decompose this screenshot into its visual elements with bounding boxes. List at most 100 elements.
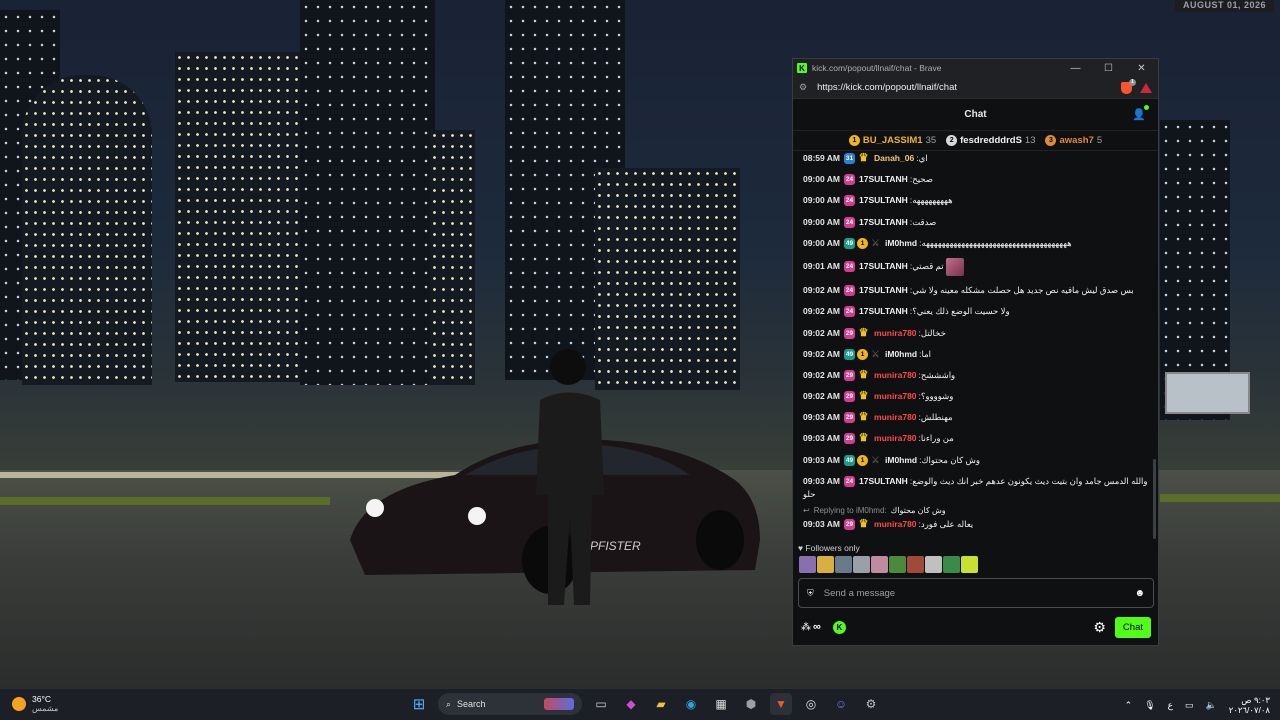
send-chat-button[interactable]: Chat xyxy=(1114,616,1151,638)
subscriber-badge[interactable]: 29 xyxy=(844,391,856,403)
chat-message[interactable]: 09:00 AM 24 17SULTANH: صدقت xyxy=(803,216,1149,229)
windows-start-icon[interactable]: ⊞ xyxy=(408,693,430,715)
chat-message[interactable]: 08:59 AM 31 ♛ Danah_06: اي xyxy=(803,152,1149,165)
minimize-button[interactable]: — xyxy=(1059,63,1092,74)
chat-message[interactable]: 09:02 AM 49 1 ⚔ iM0hmd: اما xyxy=(803,348,1149,361)
username[interactable]: munira780 xyxy=(874,390,917,403)
obs-icon[interactable]: ◎ xyxy=(800,693,822,715)
username[interactable]: iM0hmd xyxy=(885,454,917,467)
username[interactable]: 17SULTANH xyxy=(859,305,908,318)
emote-image[interactable] xyxy=(945,257,964,276)
username[interactable]: 17SULTANH xyxy=(859,173,908,186)
close-button[interactable]: ✕ xyxy=(1125,63,1158,74)
clock[interactable]: ٩:٠٣ ص ٢٠٢٦/٠٧/٠٨ xyxy=(1229,695,1270,715)
emote-thumbnail[interactable] xyxy=(853,556,870,573)
title-bar[interactable]: K kick.com/popout/llnaif/chat - Brave — … xyxy=(793,59,1158,77)
network-icon[interactable]: ▭ xyxy=(1185,700,1194,711)
emote-thumbnail[interactable] xyxy=(889,556,906,573)
subscriber-badge[interactable]: 24 xyxy=(844,306,856,318)
username[interactable]: 17SULTANH xyxy=(859,260,908,273)
chat-message[interactable]: 09:00 AM 24 17SULTANH: صحيح xyxy=(803,173,1149,186)
emote-row[interactable] xyxy=(799,556,978,573)
subscriber-badge[interactable]: 49 xyxy=(844,348,856,360)
emote-thumbnail[interactable] xyxy=(835,556,852,573)
message-placeholder[interactable]: Send a message xyxy=(824,588,895,599)
taskbar-search[interactable]: ⌕ Search xyxy=(438,693,582,715)
subscriber-badge[interactable]: 24 xyxy=(844,174,856,186)
subscriber-badge[interactable]: 29 xyxy=(844,518,856,530)
url-text[interactable]: https://kick.com/popout/llnaif/chat xyxy=(817,82,957,93)
edge-icon[interactable]: ◉ xyxy=(680,693,702,715)
emote-thumbnail[interactable] xyxy=(961,556,978,573)
chat-messages[interactable]: 08:59 AM 31 ♛ Danah_06: اي 09:00 AM 24 17SULTAN… xyxy=(793,152,1149,535)
brave-rewards-icon[interactable] xyxy=(1140,82,1152,93)
chat-message[interactable]: 09:00 AM 49 1 ⚔ iM0hmd: ههههههههههههههههههههه… xyxy=(803,237,1149,250)
subscriber-badge[interactable]: 49 xyxy=(844,237,856,249)
microphone-icon[interactable]: 🎙 xyxy=(1144,700,1155,711)
gift-badge[interactable]: 1 xyxy=(857,454,869,466)
username[interactable]: 17SULTANH xyxy=(859,284,908,297)
chat-message[interactable]: 09:03 AM 49 1 ⚔ iM0hmd: وش كان محتواك xyxy=(803,454,1149,467)
leaderboard-entry[interactable]: 1 BU_JASSIM1 35 xyxy=(848,135,936,146)
leaderboard-entry[interactable]: 2 fesdredddrdS 13 xyxy=(946,135,1035,146)
username[interactable]: munira780 xyxy=(874,369,917,382)
username[interactable]: munira780 xyxy=(874,518,917,531)
browser-window[interactable]: K kick.com/popout/llnaif/chat - Brave — … xyxy=(792,58,1159,646)
discord-icon[interactable]: ☺ xyxy=(830,693,852,715)
subscriber-badge[interactable]: 24 xyxy=(844,195,856,207)
username[interactable]: munira780 xyxy=(874,432,917,445)
store-icon[interactable]: ▦ xyxy=(710,693,732,715)
username[interactable]: iM0hmd xyxy=(885,348,917,361)
infinity-icon[interactable]: ∞ xyxy=(813,621,821,633)
leader-name[interactable]: fesdredddrdS xyxy=(960,135,1022,146)
points-icon[interactable]: ⁂ xyxy=(801,622,811,633)
chevron-up-icon[interactable]: ⌃ xyxy=(1125,700,1133,711)
settings-icon[interactable]: ⚙ xyxy=(860,693,882,715)
site-settings-icon[interactable]: ⚙ xyxy=(799,82,807,93)
chat-message[interactable]: 09:02 AM 24 17SULTANH: ولا حسيت الوضع ذلك ي… xyxy=(803,305,1149,318)
language-indicator[interactable]: ع xyxy=(1168,700,1173,711)
subscriber-badge[interactable]: 24 xyxy=(844,261,856,273)
subscriber-badge[interactable]: 29 xyxy=(844,369,856,381)
brave-icon[interactable]: ▼ xyxy=(770,693,792,715)
task-view-icon[interactable]: ▭ xyxy=(590,693,612,715)
settings-gear-icon[interactable]: ⚙ xyxy=(1093,619,1106,636)
maximize-button[interactable]: ☐ xyxy=(1092,63,1125,74)
message-input[interactable]: ⛨ Send a message ☻ xyxy=(798,578,1154,608)
username[interactable]: 17SULTANH xyxy=(859,216,908,229)
emote-thumbnail[interactable] xyxy=(925,556,942,573)
emote-thumbnail[interactable] xyxy=(817,556,834,573)
username[interactable]: munira780 xyxy=(874,327,917,340)
subscriber-badge[interactable]: 24 xyxy=(844,285,856,297)
chat-message[interactable]: 09:03 AM 29 ♛ munira780: من وراءنا xyxy=(803,432,1149,445)
subscriber-badge[interactable]: 29 xyxy=(844,433,856,445)
chat-message[interactable]: 09:03 AM 29 ♛ munira780: يعاله على فورد xyxy=(803,518,1149,531)
emote-thumbnail[interactable] xyxy=(907,556,924,573)
scrollbar[interactable] xyxy=(1153,459,1156,539)
subscriber-badge[interactable]: 49 xyxy=(844,454,856,466)
subscriber-badge[interactable]: 31 xyxy=(844,153,856,164)
username[interactable]: Danah_06 xyxy=(874,152,914,165)
leader-name[interactable]: awash7 xyxy=(1059,135,1093,146)
weather-widget[interactable]: 36°C مشمس xyxy=(12,694,58,713)
chat-message[interactable]: 09:03 AM 24 17SULTANH:والله الدمس جامد وان… xyxy=(803,475,1149,502)
gift-badge[interactable]: 1 xyxy=(857,237,869,249)
brave-shields-icon[interactable]: 1 xyxy=(1121,78,1136,94)
chat-message[interactable]: 09:03 AM 29 ♛ munira780: مهنطلش xyxy=(803,411,1149,424)
chat-message[interactable]: 09:02 AM 24 17SULTANH: بس صدق ليش مافيه نص … xyxy=(803,284,1149,297)
leader-name[interactable]: BU_JASSIM1 xyxy=(863,135,923,146)
gift-badge[interactable]: 1 xyxy=(857,348,869,360)
reply-preview[interactable]: ↩ Replying to iM0hmd: وش كان محتواك xyxy=(803,506,1149,515)
subscriber-badge[interactable]: 24 xyxy=(844,216,856,228)
username[interactable]: 17SULTANH xyxy=(859,476,908,486)
chat-message[interactable]: 09:02 AM 29 ♛ munira780: وشوووو؟ xyxy=(803,390,1149,403)
emote-thumbnail[interactable] xyxy=(943,556,960,573)
emote-thumbnail[interactable] xyxy=(871,556,888,573)
subscriber-badge[interactable]: 24 xyxy=(844,476,856,488)
app-icon[interactable]: ⬢ xyxy=(740,693,762,715)
kick-k-icon[interactable]: K xyxy=(832,620,846,634)
chat-message[interactable]: 09:02 AM 29 ♛ munira780: واشششح xyxy=(803,369,1149,382)
chat-message[interactable]: 09:02 AM 29 ♛ munira780: خخالتل xyxy=(803,327,1149,340)
username[interactable]: 17SULTANH xyxy=(859,194,908,207)
address-bar[interactable]: ⚙ https://kick.com/popout/llnaif/chat 1 xyxy=(793,77,1158,99)
